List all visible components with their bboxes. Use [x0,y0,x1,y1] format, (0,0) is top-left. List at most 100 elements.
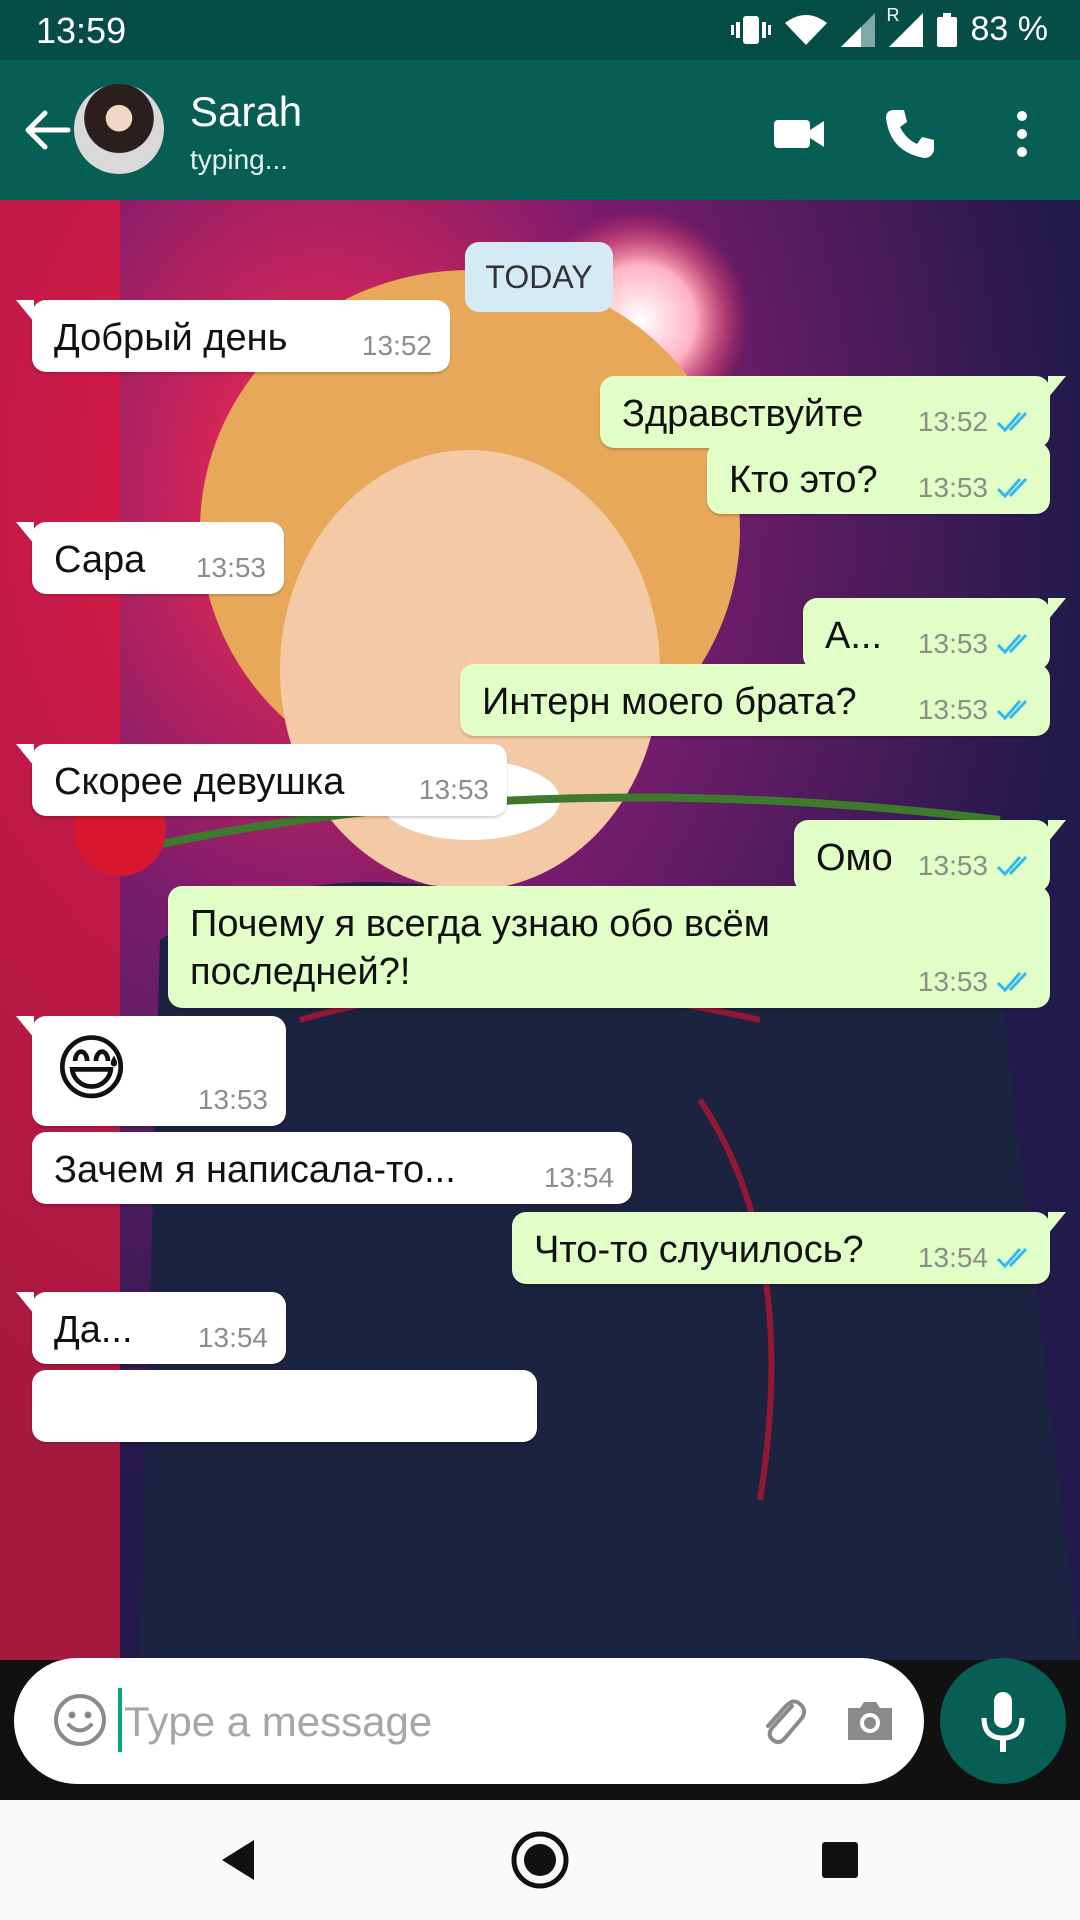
message-incoming[interactable]: Добрый день 13:52 [16,300,450,372]
message-time: 13:53 [418,774,489,805]
read-receipt-icon [996,699,1028,721]
message-input[interactable] [122,1686,726,1758]
message-outgoing[interactable]: Кто это? 13:53 [707,442,1050,514]
message-time: 13:53 [195,552,266,583]
contact-status: typing... [190,144,289,175]
status-bar: 13:59 R 83 % [0,0,1080,60]
chat-header: Sarah typing... [0,60,1080,200]
read-receipt-icon [996,477,1028,499]
message-text-line-2: последней?! [190,951,411,993]
message-time: 13:53 [917,628,988,659]
nav-back-icon[interactable] [210,1830,270,1890]
message-time: 13:53 [197,1084,268,1115]
message-text: Добрый день [54,317,288,359]
message-time: 13:54 [543,1162,614,1193]
nav-recents-icon[interactable] [810,1830,870,1890]
message-text: А... [825,615,883,657]
bubble-tail [16,1292,34,1314]
message-outgoing[interactable]: А... 13:53 [803,598,1066,670]
message-incoming[interactable]: Сара 13:53 [16,522,284,594]
message-emoji: 😅 [54,1029,130,1109]
read-receipt-icon [996,633,1028,655]
voice-call-icon[interactable] [880,104,940,164]
bubble-tail [16,522,34,544]
message-meta: 13:53 [918,628,1034,660]
bubble-tail [1048,820,1066,842]
date-chip: TODAY [465,242,613,312]
message-incoming[interactable]: Да... 13:54 [16,1292,286,1364]
message-meta: 13:52 [918,406,1034,438]
message-text: Скорее девушка [54,761,345,803]
bubble-tail [16,1016,34,1038]
emoji-icon[interactable] [50,1690,110,1750]
video-call-icon[interactable] [770,104,830,164]
message-time: 13:54 [197,1322,268,1353]
message-outgoing[interactable]: Интерн моего брата? 13:53 [460,664,1050,736]
message-time: 13:52 [917,406,988,437]
system-nav-bar [0,1800,1080,1920]
attach-icon[interactable] [752,1690,812,1750]
message-meta: 13:53 [918,850,1034,882]
message-text: Сара [54,539,146,581]
mic-icon [981,1692,1025,1752]
read-receipt-icon [996,971,1028,993]
message-outgoing[interactable]: Здравствуйте 13:52 [600,376,1066,448]
read-receipt-icon [996,855,1028,877]
message-outgoing[interactable]: Что-то случилось? 13:54 [512,1212,1066,1284]
read-receipt-icon [996,411,1028,433]
wifi-icon [784,14,827,45]
message-meta: 13:53 [419,774,489,806]
bubble-tail [1048,1212,1066,1234]
message-meta: 13:54 [918,1242,1034,1274]
bubble-tail [16,300,34,322]
message-time: 13:52 [361,330,432,361]
camera-icon[interactable] [840,1690,900,1750]
message-meta: 13:53 [918,472,1034,504]
roaming-signal: R [887,5,923,47]
message-outgoing[interactable]: Омо 13:53 [794,820,1066,892]
message-text: Интерн моего брата? [482,681,857,723]
signal-icon [840,12,875,47]
message-meta: 13:53 [196,552,266,584]
message-outgoing[interactable]: Почему я всегда узнаю обо всём последней… [168,886,1050,1008]
status-icons: R 83 % [730,5,1049,49]
back-arrow-icon[interactable] [18,100,78,160]
vibrate-icon [730,15,771,44]
battery-icon [936,12,957,47]
message-text: Что-то случилось? [534,1229,864,1271]
message-text: Омо [816,837,893,879]
message-meta: 13:53 [918,966,1034,998]
message-time: 13:53 [917,850,988,881]
message-composer [14,1658,924,1784]
message-meta: 13:53 [198,1084,268,1116]
message-meta: 13:53 [918,694,1034,726]
message-text: Да... [54,1309,133,1351]
bubble-tail [1048,376,1066,398]
message-text-line-1: Почему я всегда узнаю обо всём [190,903,770,945]
message-time: 13:53 [917,694,988,725]
nav-home-icon[interactable] [510,1830,570,1890]
battery-percent: 83 % [970,10,1049,48]
message-text: Кто это? [729,459,878,501]
chat-area[interactable]: TODAY Добрый день 13:52 Здравствуйте 13:… [0,200,1080,1660]
read-receipt-icon [996,1247,1028,1269]
message-time: 13:53 [917,966,988,997]
message-time: 13:54 [917,1242,988,1273]
status-time: 13:59 [36,10,127,51]
contact-name[interactable]: Sarah [190,88,302,136]
message-time: 13:53 [917,472,988,503]
message-incoming[interactable]: 😅 13:53 [16,1016,286,1126]
message-meta: 13:54 [544,1162,614,1194]
message-incoming-partial[interactable] [32,1370,537,1442]
mic-button[interactable] [940,1658,1066,1784]
message-meta: 13:54 [198,1322,268,1354]
bubble-tail [1048,598,1066,620]
avatar[interactable] [74,84,164,174]
message-text: Зачем я написала-то... [54,1149,456,1191]
roaming-label: R [886,4,900,25]
message-text: Здравствуйте [622,393,864,435]
more-options-icon[interactable] [992,104,1052,164]
bubble-tail [16,744,34,766]
message-incoming[interactable]: Скорее девушка 13:53 [16,744,507,816]
message-incoming[interactable]: Зачем я написала-то... 13:54 [32,1132,632,1204]
